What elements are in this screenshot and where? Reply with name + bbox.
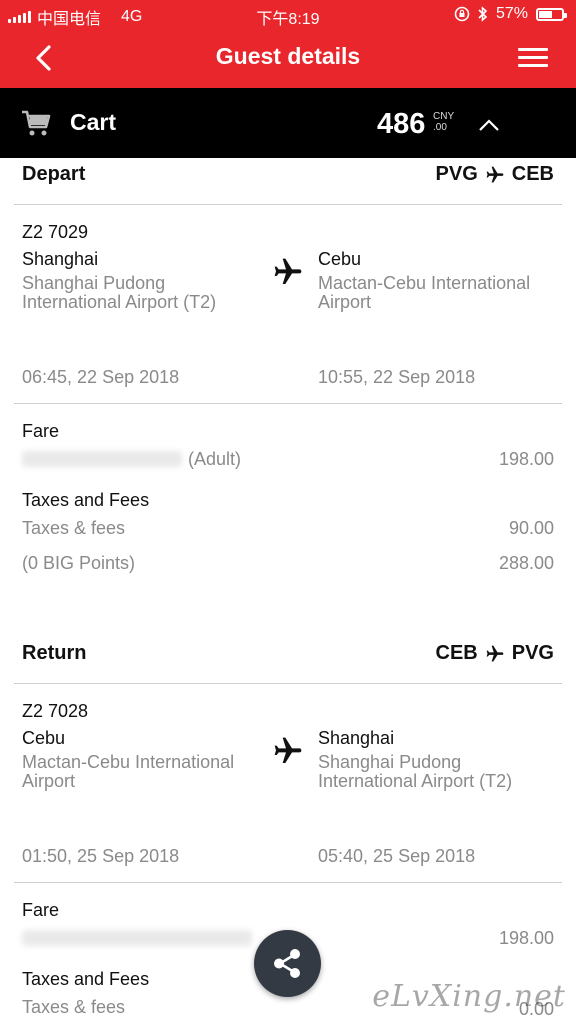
return-origin-city: Cebu (22, 728, 66, 748)
return-departure-time: 01:50, 25 Sep 2018 (22, 846, 180, 866)
plane-icon (486, 645, 504, 661)
status-right: 57% (454, 5, 567, 23)
share-button[interactable] (254, 930, 321, 997)
cart-icon (22, 110, 51, 136)
return-heading: Return (22, 642, 87, 664)
return-dest-airport: Shanghai Pudong International Airport (T… (318, 752, 513, 791)
return-flight-number: Z2 7028 (22, 701, 89, 721)
redacted-passenger-name (22, 930, 252, 946)
status-bar: 中国电信 4G 下午8:19 57% (0, 0, 576, 30)
depart-arrival-time: 10:55, 22 Sep 2018 (318, 367, 476, 387)
cart-total-amount: 486 (377, 108, 426, 140)
depart-taxes-label: Taxes and Fees (22, 490, 150, 510)
depart-to-code: CEB (511, 163, 554, 185)
depart-flight-number: Z2 7029 (22, 222, 89, 242)
share-icon (274, 949, 300, 978)
return-section-header: Return CEB PVG (22, 642, 554, 665)
return-from-code: CEB (435, 642, 478, 664)
cart-currency: CNY .00 (433, 111, 454, 133)
depart-origin-city: Shanghai (22, 249, 99, 269)
page-title: Guest details (215, 43, 361, 69)
divider (14, 882, 562, 883)
redacted-passenger-name (22, 451, 182, 467)
currency-code: CNY (433, 111, 455, 122)
plane-icon (274, 737, 302, 763)
hamburger-menu-icon[interactable] (518, 48, 548, 70)
return-dest-city: Shanghai (318, 728, 395, 748)
divider (14, 683, 562, 684)
orientation-lock-icon (454, 6, 470, 22)
return-taxes-item: Taxes & fees (22, 997, 126, 1017)
cart-label: Cart (70, 109, 117, 135)
watermark: eLvXing.net (372, 979, 566, 1014)
divider (14, 403, 562, 404)
return-taxes-label: Taxes and Fees (22, 969, 150, 989)
depart-fare-label: Fare (22, 421, 60, 441)
depart-points: (0 BIG Points) (22, 553, 136, 573)
return-fare-amount: 198.00 (498, 928, 554, 948)
depart-taxes-amount: 90.00 (508, 518, 554, 538)
depart-dest-city: Cebu (318, 249, 362, 269)
depart-from-code: PVG (435, 163, 478, 185)
depart-section-header: Depart PVG CEB (22, 163, 554, 186)
battery-icon (536, 7, 567, 21)
depart-passenger-type: (Adult) (188, 449, 242, 469)
depart-dest-airport: Mactan-Cebu International Airport (318, 273, 531, 312)
depart-fare-amount: 198.00 (498, 449, 554, 469)
depart-route: PVG CEB (436, 163, 554, 186)
depart-departure-time: 06:45, 22 Sep 2018 (22, 367, 180, 387)
return-arrival-time: 05:40, 25 Sep 2018 (318, 846, 476, 866)
depart-taxes-item: Taxes & fees (22, 518, 126, 538)
return-route: CEB PVG (436, 642, 554, 665)
return-fare-label: Fare (22, 900, 60, 920)
battery-percent: 57% (495, 5, 528, 22)
return-to-code: PVG (511, 642, 554, 664)
return-origin-airport: Mactan-Cebu International Airport (22, 752, 235, 791)
depart-origin-airport: Shanghai Pudong International Airport (T… (22, 273, 217, 312)
cart-summary-bar[interactable]: Cart 486 CNY .00 (0, 88, 576, 158)
chevron-up-icon[interactable] (478, 118, 500, 132)
app-header: Guest details (0, 30, 576, 88)
bluetooth-icon (478, 6, 488, 22)
currency-decimals: .00 (433, 122, 447, 133)
divider (14, 204, 562, 205)
depart-heading: Depart (22, 163, 86, 185)
depart-total: 288.00 (498, 553, 554, 573)
plane-icon (486, 166, 504, 182)
plane-icon (274, 258, 302, 284)
